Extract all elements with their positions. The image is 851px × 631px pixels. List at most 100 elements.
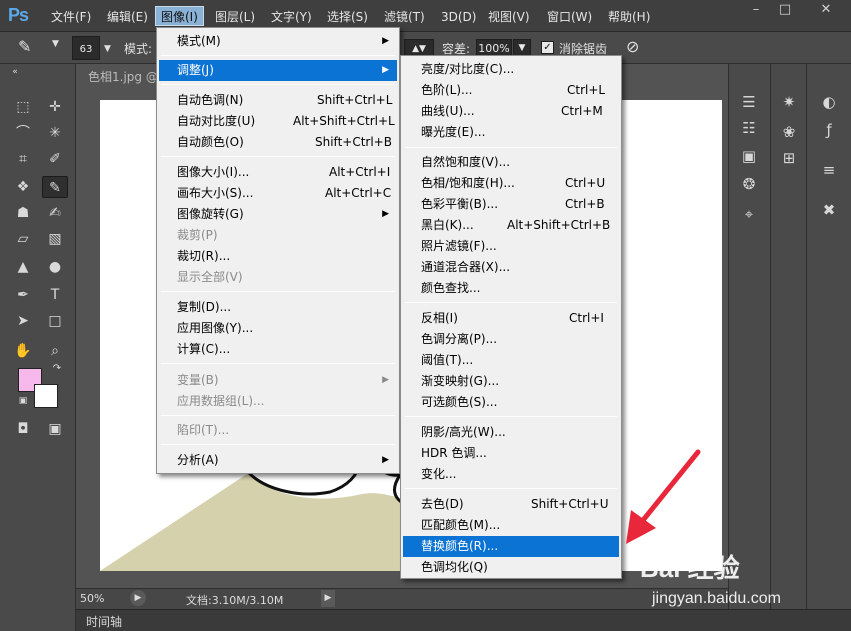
minimize-icon[interactable]: – bbox=[743, 0, 769, 20]
grid-icon[interactable]: ⊞ bbox=[775, 146, 803, 170]
menu-3d[interactable]: 3D(D) bbox=[436, 7, 481, 27]
menu-item-curves[interactable]: 曲线(U)... Ctrl+M bbox=[403, 101, 619, 122]
clone-stamp-tool-icon[interactable]: ☗ bbox=[10, 202, 36, 224]
menu-item-calculations[interactable]: 计算(C)... bbox=[159, 339, 397, 360]
layers-icon[interactable]: ☰ bbox=[735, 90, 763, 114]
pen-tool-icon[interactable]: ✒ bbox=[10, 284, 36, 306]
menu-item-selective-color[interactable]: 可选颜色(S)... bbox=[403, 392, 619, 413]
timeline-label[interactable]: 时间轴 bbox=[86, 613, 122, 630]
antialias-checkbox[interactable]: ✓ bbox=[541, 41, 554, 54]
menu-item-channel-mixer[interactable]: 通道混合器(X)... bbox=[403, 257, 619, 278]
menu-item-image-size[interactable]: 图像大小(I)... Alt+Ctrl+I bbox=[159, 162, 397, 183]
menu-item-auto-contrast[interactable]: 自动对比度(U) Alt+Shift+Ctrl+L bbox=[159, 111, 397, 132]
menu-item-crop[interactable]: 裁剪(P) bbox=[159, 225, 397, 246]
palette-icon[interactable]: ❀ bbox=[775, 120, 803, 144]
adjustment-circle-icon[interactable]: ◐ bbox=[815, 90, 843, 114]
menu-help[interactable]: 帮助(H) bbox=[603, 7, 655, 27]
menu-item-equalize[interactable]: 色调均化(Q) bbox=[403, 557, 619, 578]
paint-bucket-icon[interactable]: ✎ bbox=[18, 37, 31, 56]
eyedropper-tool-icon[interactable]: ✐ bbox=[42, 148, 68, 170]
chevron-down-icon[interactable]: ▼ bbox=[104, 44, 111, 54]
menu-item-trim[interactable]: 裁切(R)... bbox=[159, 246, 397, 267]
lasso-tool-icon[interactable]: ⌒ bbox=[10, 122, 36, 144]
hand-tool-icon[interactable]: ✋ bbox=[10, 340, 36, 362]
status-menu-arrow-icon[interactable]: ▶ bbox=[321, 590, 335, 607]
pressure-icon[interactable]: ⊘ bbox=[626, 37, 639, 56]
menu-file[interactable]: 文件(F) bbox=[46, 7, 96, 27]
move-tool-icon[interactable]: ✛ bbox=[42, 96, 68, 118]
brush-size-picker[interactable]: 63 bbox=[72, 36, 100, 60]
menu-item-threshold[interactable]: 阈值(T)... bbox=[403, 350, 619, 371]
menu-item-desaturate[interactable]: 去色(D) Shift+Ctrl+U bbox=[403, 494, 619, 515]
menu-item-image-rotation[interactable]: 图像旋转(G) ▶ bbox=[159, 204, 397, 225]
menu-item-photo-filter[interactable]: 照片滤镜(F)... bbox=[403, 236, 619, 257]
zoom-tool-icon[interactable]: ⌕ bbox=[42, 340, 68, 362]
menu-item-auto-color[interactable]: 自动颜色(O) Shift+Ctrl+B bbox=[159, 132, 397, 153]
3d-cube-icon[interactable]: ▣ bbox=[735, 144, 763, 168]
menu-item-reveal-all[interactable]: 显示全部(V) bbox=[159, 267, 397, 288]
sun-icon[interactable]: ✷ bbox=[775, 90, 803, 114]
menu-item-variations[interactable]: 变化... bbox=[403, 464, 619, 485]
menu-item-trap[interactable]: 陷印(T)... bbox=[159, 420, 397, 441]
menu-item-color-balance[interactable]: 色彩平衡(B)... Ctrl+B bbox=[403, 194, 619, 215]
brush-tool-icon[interactable]: ✎ bbox=[42, 176, 68, 198]
menu-item-vibrance[interactable]: 自然饱和度(V)... bbox=[403, 152, 619, 173]
menu-item-variables[interactable]: 变量(B) ▶ bbox=[159, 370, 397, 391]
quick-mask-icon[interactable]: ◘ bbox=[10, 418, 36, 440]
menu-window[interactable]: 窗口(W) bbox=[542, 7, 597, 27]
gradient-tool-icon[interactable]: ▧ bbox=[42, 228, 68, 250]
menu-layer[interactable]: 图层(L) bbox=[210, 7, 260, 27]
menu-item-color-lookup[interactable]: 颜色查找... bbox=[403, 278, 619, 299]
menu-item-levels[interactable]: 色阶(L)... Ctrl+L bbox=[403, 80, 619, 101]
path-selection-tool-icon[interactable]: ➤ bbox=[10, 310, 36, 332]
menu-item-replace-color[interactable]: 替换颜色(R)... bbox=[403, 536, 619, 557]
menu-item-hdr-toning[interactable]: HDR 色调... bbox=[403, 443, 619, 464]
dodge-tool-icon[interactable]: ● bbox=[42, 256, 68, 278]
menu-item-shadows-highlights[interactable]: 阴影/高光(W)... bbox=[403, 422, 619, 443]
status-info-icon[interactable]: ▶ bbox=[130, 590, 146, 606]
paths-icon[interactable]: ⌖ bbox=[735, 202, 763, 226]
rectangle-tool-icon[interactable]: □ bbox=[42, 310, 68, 332]
menu-item-canvas-size[interactable]: 画布大小(S)... Alt+Ctrl+C bbox=[159, 183, 397, 204]
marquee-tool-icon[interactable]: ⬚ bbox=[10, 96, 36, 118]
menu-select[interactable]: 选择(S) bbox=[322, 7, 373, 27]
default-colors-icon[interactable]: ▣ bbox=[10, 394, 36, 408]
menu-item-duplicate[interactable]: 复制(D)... bbox=[159, 297, 397, 318]
menu-item-posterize[interactable]: 色调分离(P)... bbox=[403, 329, 619, 350]
history-brush-tool-icon[interactable]: ✍ bbox=[42, 202, 68, 224]
menu-item-apply-data-set[interactable]: 应用数据组(L)... bbox=[159, 391, 397, 412]
menu-filter[interactable]: 滤镜(T) bbox=[379, 7, 430, 27]
menu-item-match-color[interactable]: 匹配颜色(M)... bbox=[403, 515, 619, 536]
menu-edit[interactable]: 编辑(E) bbox=[102, 7, 153, 27]
properties-sliders-icon[interactable]: ≡ bbox=[815, 158, 843, 182]
menu-item-gradient-map[interactable]: 渐变映射(G)... bbox=[403, 371, 619, 392]
menu-type[interactable]: 文字(Y) bbox=[266, 7, 317, 27]
menu-item-exposure[interactable]: 曝光度(E)... bbox=[403, 122, 619, 143]
eraser-tool-icon[interactable]: ▱ bbox=[10, 228, 36, 250]
menu-item-adjust[interactable]: 调整(J) ▶ bbox=[159, 60, 397, 81]
blur-tool-icon[interactable]: ▲ bbox=[10, 256, 36, 278]
menu-item-invert[interactable]: 反相(I) Ctrl+I bbox=[403, 308, 619, 329]
menu-item-analysis[interactable]: 分析(A) ▶ bbox=[159, 450, 397, 471]
screen-mode-icon[interactable]: ▣ bbox=[42, 418, 68, 440]
swap-colors-icon[interactable]: ↷ bbox=[44, 362, 70, 376]
type-tool-icon[interactable]: T bbox=[42, 284, 68, 306]
menu-image[interactable]: 图像(I) bbox=[155, 6, 204, 26]
close-icon[interactable]: ✕ bbox=[806, 0, 846, 20]
fx-icon[interactable]: ƒ bbox=[815, 118, 843, 142]
menu-item-mode[interactable]: 模式(M) ▶ bbox=[159, 31, 397, 52]
magic-wand-tool-icon[interactable]: ✳ bbox=[42, 122, 68, 144]
menu-item-black-white[interactable]: 黑白(K)... Alt+Shift+Ctrl+B bbox=[403, 215, 619, 236]
zoom-level[interactable]: 50% bbox=[80, 592, 104, 605]
menu-item-apply-image[interactable]: 应用图像(Y)... bbox=[159, 318, 397, 339]
background-color-swatch[interactable] bbox=[34, 384, 58, 408]
menu-item-hue-saturation[interactable]: 色相/饱和度(H)... Ctrl+U bbox=[403, 173, 619, 194]
tools-cross-icon[interactable]: ✖ bbox=[815, 198, 843, 222]
healing-brush-tool-icon[interactable]: ❖ bbox=[10, 176, 36, 198]
color-circles-icon[interactable]: ❂ bbox=[735, 172, 763, 196]
menu-view[interactable]: 视图(V) bbox=[483, 7, 535, 27]
menu-item-brightness-contrast[interactable]: 亮度/对比度(C)... bbox=[403, 59, 619, 80]
channels-icon[interactable]: ☷ bbox=[735, 116, 763, 140]
menu-item-auto-tone[interactable]: 自动色调(N) Shift+Ctrl+L bbox=[159, 90, 397, 111]
crop-tool-icon[interactable]: ⌗ bbox=[10, 148, 36, 170]
